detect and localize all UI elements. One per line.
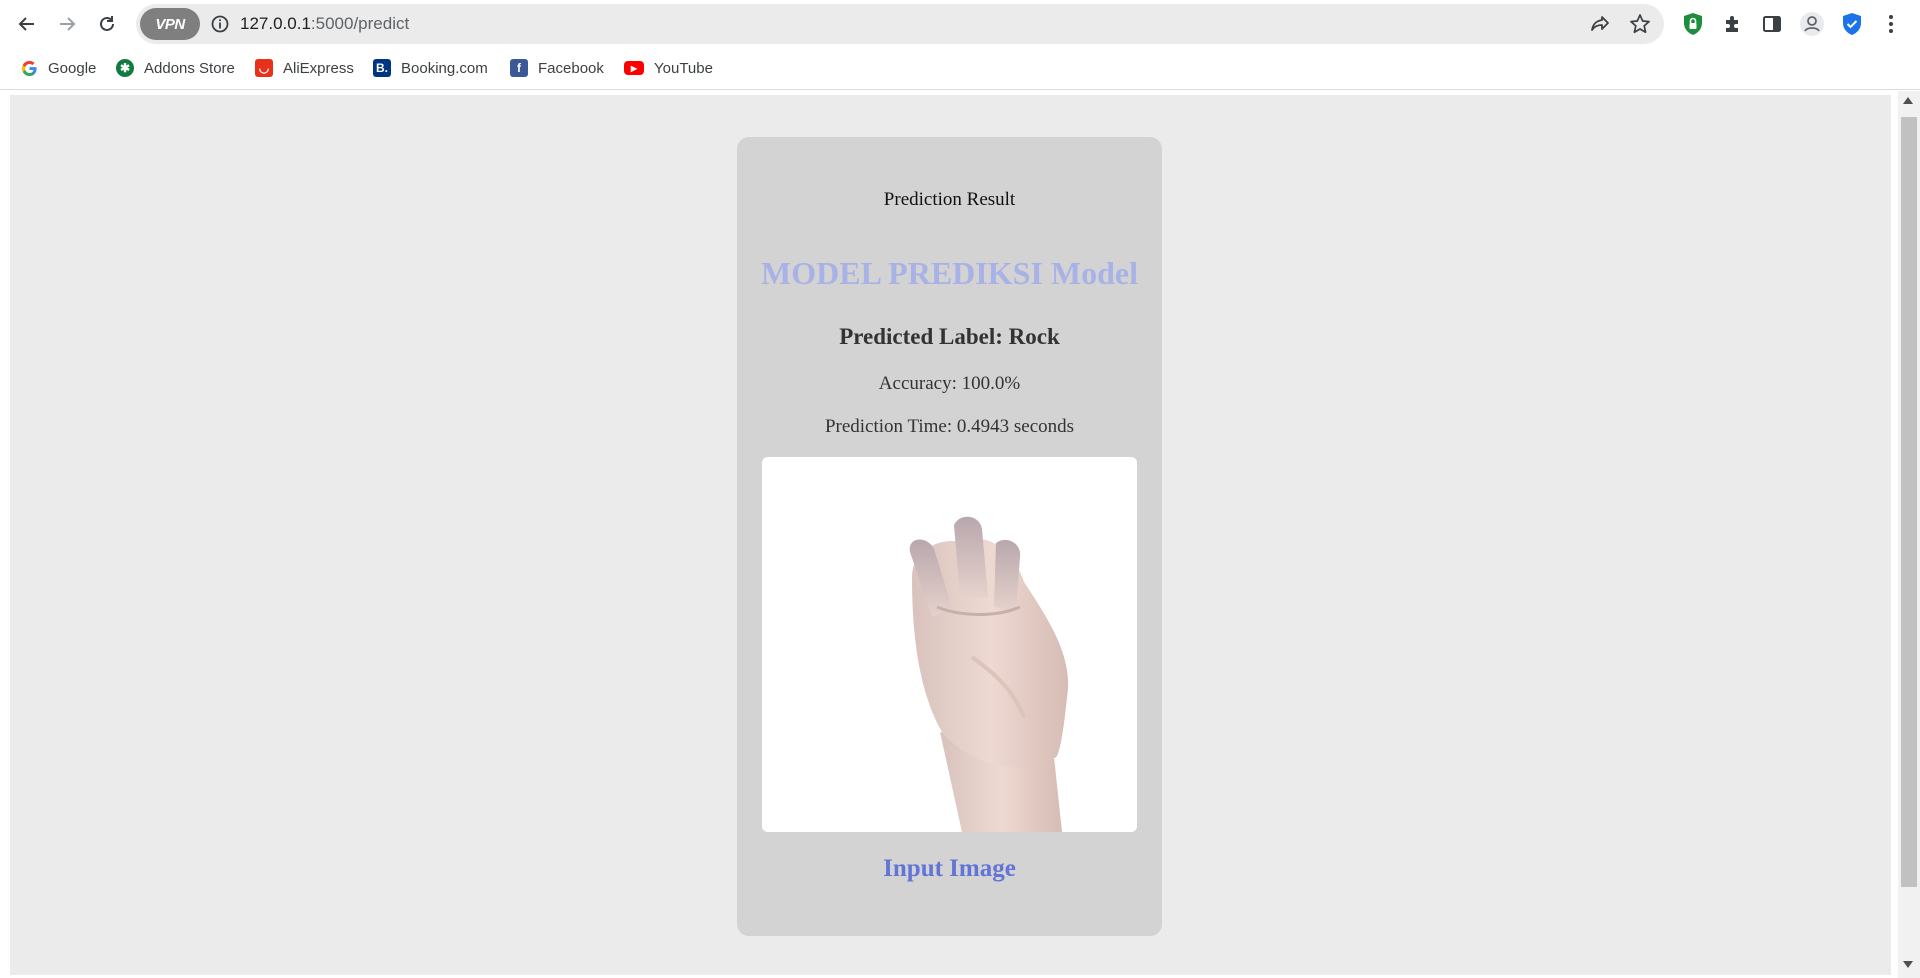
extension-shield-blue[interactable]: [1839, 11, 1865, 37]
prediction-time-text: Prediction Time: 0.4943 seconds: [824, 416, 1075, 437]
extensions-button[interactable]: [1720, 11, 1746, 37]
address-bar[interactable]: VPN 127.0.0.1:5000/predict: [136, 4, 1664, 44]
bookmarks-bar: Google ✱ Addons Store ◡ AliExpress B. Bo…: [0, 48, 1920, 90]
share-button[interactable]: [1588, 12, 1612, 36]
booking-icon: B.: [373, 59, 391, 77]
image-caption: Input Image: [883, 855, 1016, 882]
bookmark-addons-store[interactable]: ✱ Addons Store: [116, 56, 235, 80]
vpn-button[interactable]: VPN: [140, 8, 200, 40]
scroll-down-arrow-icon[interactable]: [1903, 961, 1913, 968]
forward-button[interactable]: [50, 8, 84, 40]
url-text[interactable]: 127.0.0.1:5000/predict: [240, 14, 409, 34]
shield-lock-icon: [1684, 13, 1702, 35]
shield-check-icon: [1843, 13, 1861, 35]
input-image: [762, 457, 1137, 832]
reload-button[interactable]: [90, 8, 124, 40]
bookmark-label: AliExpress: [283, 59, 354, 77]
aliexpress-icon: ◡: [255, 59, 273, 77]
url-path: :5000/predict: [310, 14, 410, 33]
bookmark-label: Facebook: [538, 59, 604, 77]
bookmark-label: Google: [48, 59, 97, 77]
bookmark-booking[interactable]: B. Booking.com: [373, 56, 488, 80]
bookmark-google[interactable]: Google: [20, 56, 96, 80]
page-title: Prediction Result: [883, 189, 1016, 210]
addons-store-icon: ✱: [116, 59, 134, 77]
bookmark-aliexpress[interactable]: ◡ AliExpress: [255, 56, 354, 80]
vertical-scrollbar[interactable]: [1898, 91, 1920, 978]
bookmark-label: Booking.com: [401, 59, 488, 77]
facebook-icon: f: [510, 59, 528, 77]
youtube-icon: ▶: [624, 61, 644, 75]
side-panel-icon: [1763, 16, 1781, 32]
share-icon: [1591, 16, 1609, 31]
back-button[interactable]: [10, 8, 44, 40]
accuracy-text: Accuracy: 100.0%: [878, 373, 1021, 394]
browser-menu-button[interactable]: [1878, 11, 1904, 37]
page-viewport: Prediction Result MODEL PREDIKSI Model P…: [0, 91, 1920, 978]
hand-rock-gesture-image: [762, 457, 1137, 832]
page-body: Prediction Result MODEL PREDIKSI Model P…: [10, 95, 1891, 975]
back-arrow-icon: [18, 17, 34, 31]
bookmark-star-button[interactable]: [1628, 12, 1652, 36]
star-icon: [1630, 14, 1650, 34]
bookmark-label: YouTube: [654, 59, 713, 77]
google-icon: [20, 59, 38, 77]
bookmark-youtube[interactable]: ▶ YouTube: [624, 56, 713, 80]
puzzle-icon: [1726, 16, 1738, 32]
scroll-up-arrow-icon[interactable]: [1903, 97, 1913, 104]
reload-icon: [100, 16, 114, 31]
predicted-label: Predicted Label: Rock: [839, 324, 1060, 349]
site-info-icon[interactable]: [210, 14, 230, 34]
profile-button[interactable]: [1799, 11, 1825, 37]
scroll-thumb[interactable]: [1901, 117, 1917, 887]
result-card: Prediction Result MODEL PREDIKSI Model P…: [737, 137, 1162, 936]
bookmark-label: Addons Store: [144, 59, 235, 77]
browser-toolbar: VPN 127.0.0.1:5000/predict: [0, 0, 1920, 48]
model-heading: MODEL PREDIKSI Model: [761, 255, 1138, 291]
side-panel-button[interactable]: [1759, 11, 1785, 37]
url-host: 127.0.0.1: [240, 14, 311, 33]
kebab-menu-icon: [1889, 15, 1893, 33]
extension-shield-green[interactable]: [1680, 11, 1706, 37]
bookmark-facebook[interactable]: f Facebook: [510, 56, 604, 80]
avatar-icon: [1800, 12, 1824, 36]
forward-arrow-icon: [60, 17, 76, 31]
